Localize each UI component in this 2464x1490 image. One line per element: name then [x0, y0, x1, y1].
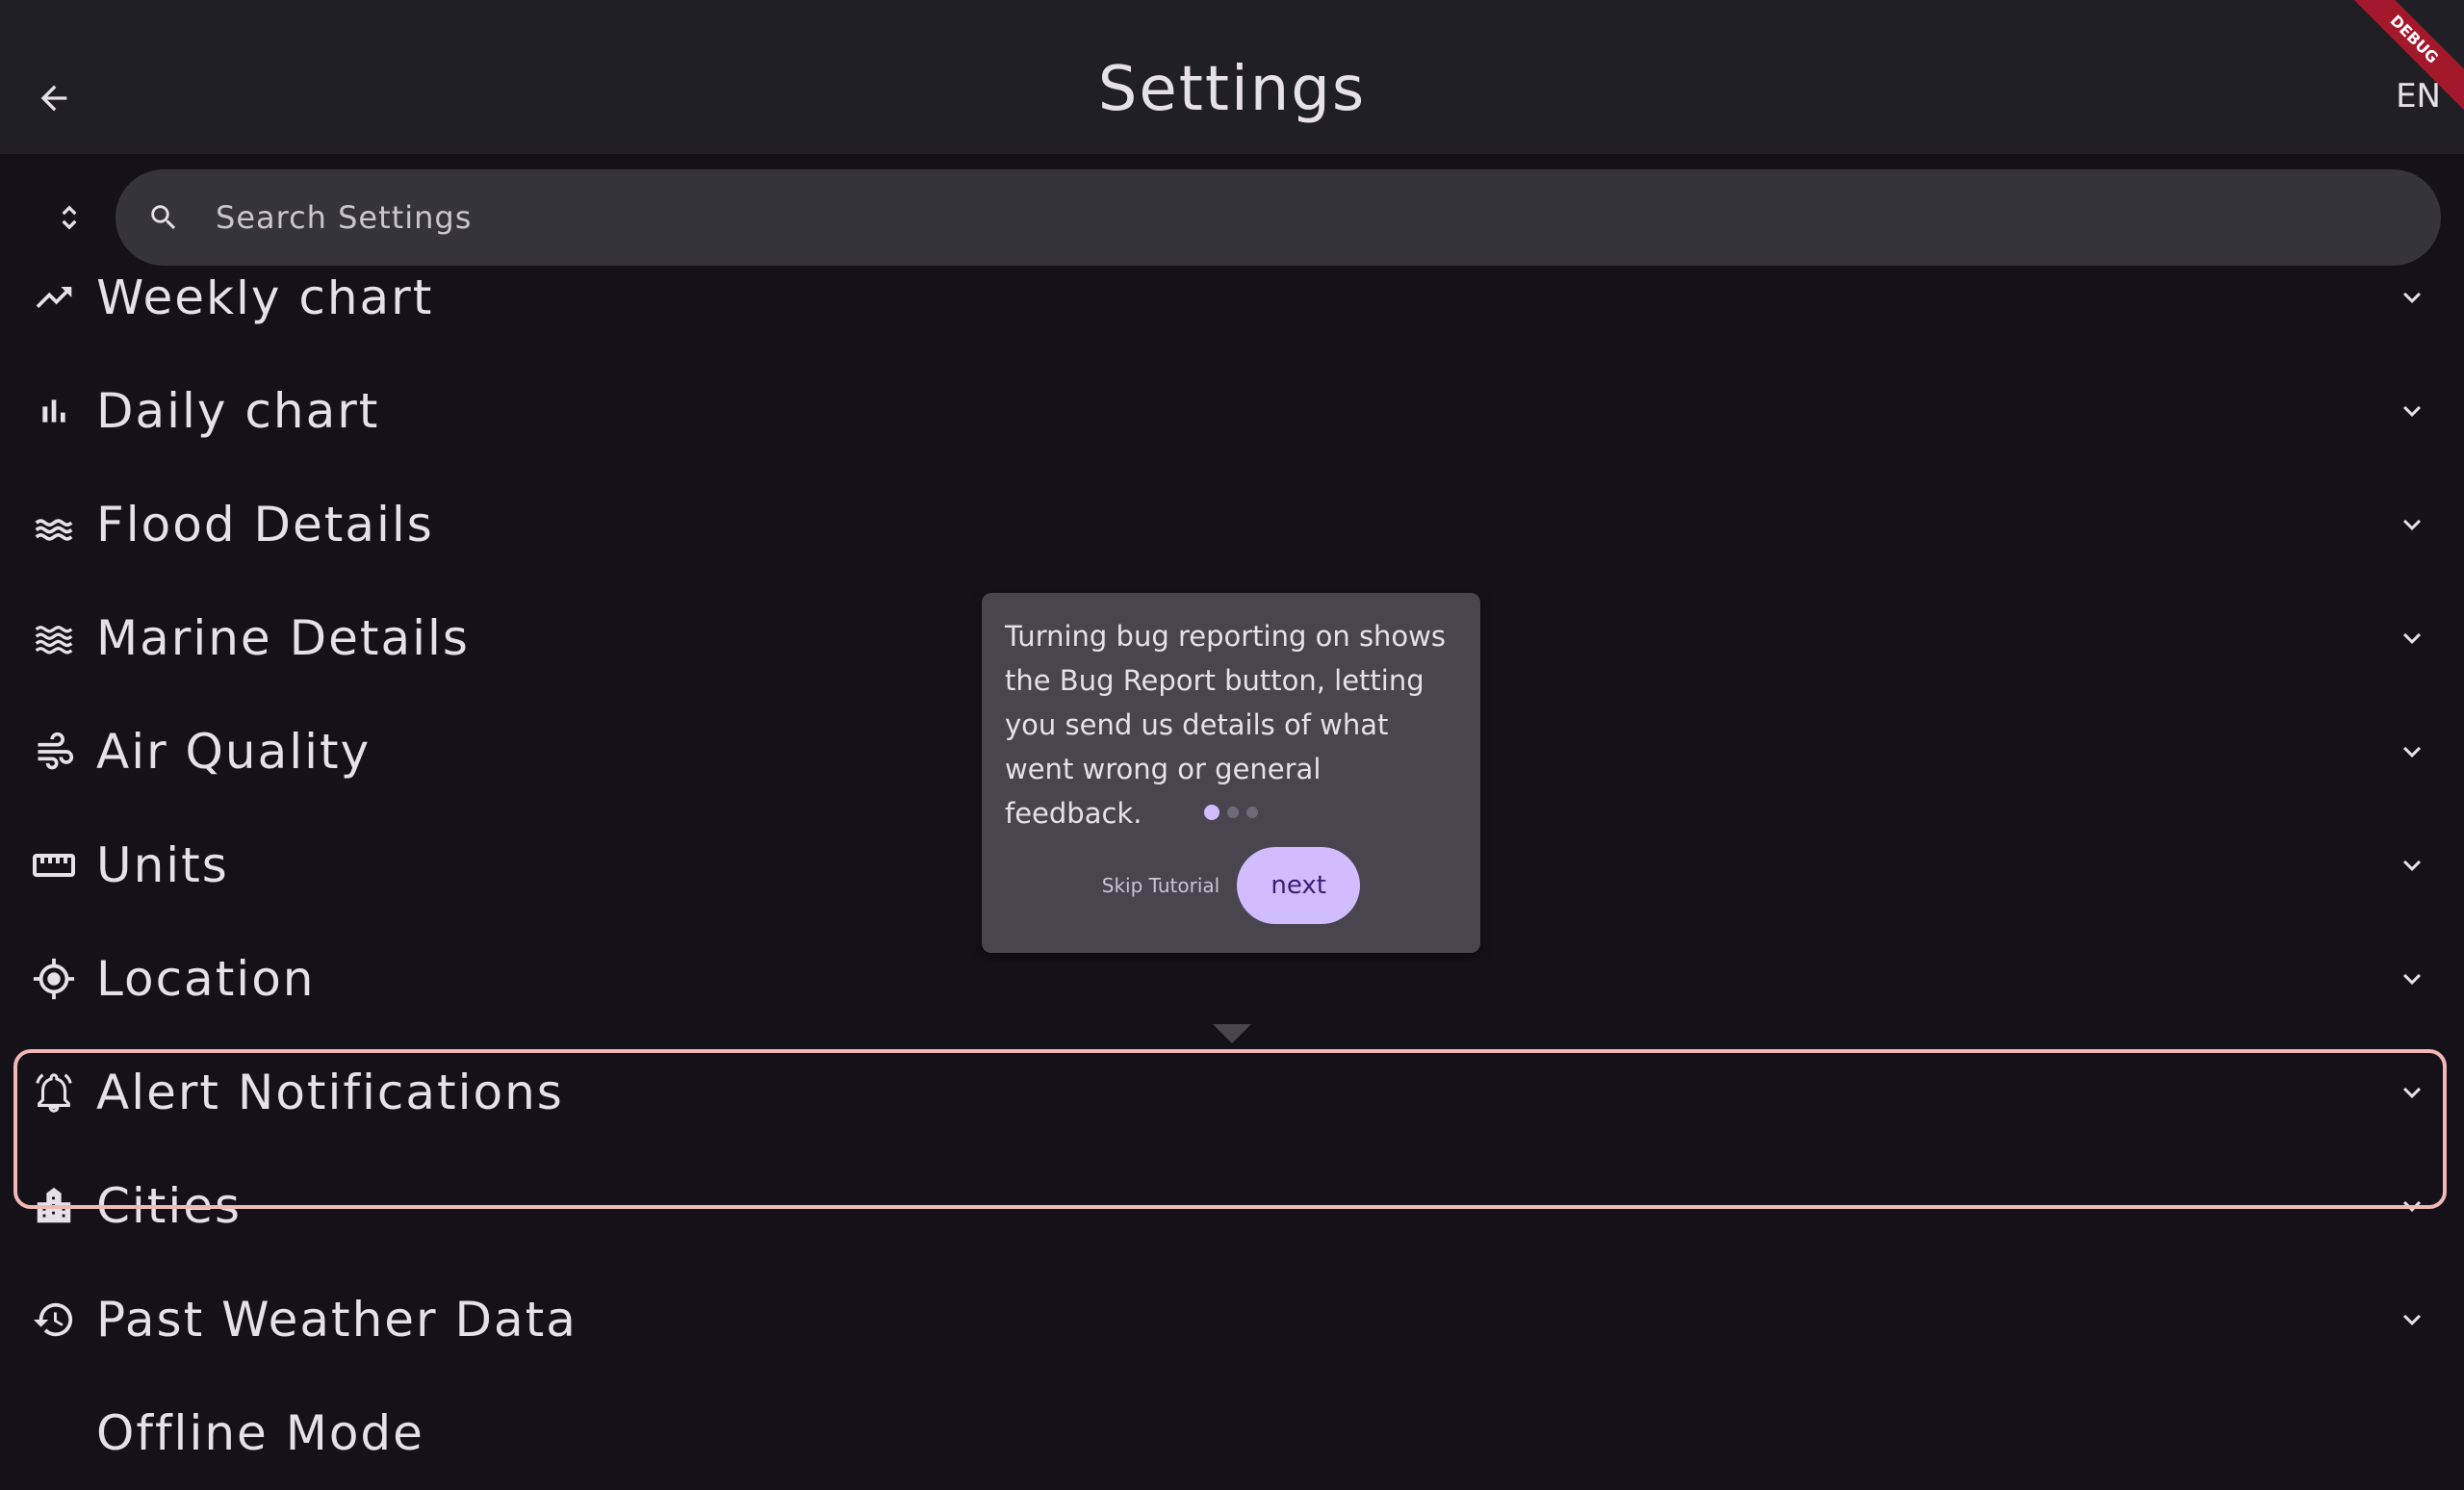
search-bar[interactable]	[116, 169, 2441, 266]
app-bar: Settings EN	[0, 0, 2464, 154]
settings-item-label: Marine Details	[96, 610, 470, 666]
marine-waves-icon	[27, 581, 81, 695]
expand-collapse-button[interactable]	[42, 187, 96, 248]
settings-item-alert-notifications[interactable]: Alert Notifications	[0, 1036, 2464, 1149]
unfold-more-icon[interactable]	[50, 194, 89, 241]
settings-item-label: Past Weather Data	[96, 1292, 578, 1348]
settings-item-past-weather-data[interactable]: Past Weather Data	[0, 1263, 2464, 1376]
bar-chart-icon	[27, 354, 81, 468]
chevron-down-icon[interactable]	[2393, 1263, 2431, 1376]
flood-waves-icon	[27, 468, 81, 581]
settings-item-label: Units	[96, 837, 229, 893]
ruler-icon	[27, 809, 81, 922]
settings-item-flood-details[interactable]: Flood Details	[0, 468, 2464, 581]
alarm-bell-icon	[27, 1036, 81, 1149]
city-building-icon	[27, 1149, 81, 1263]
chevron-down-icon[interactable]	[2393, 581, 2431, 695]
tutorial-text: Turning bug reporting on shows the Bug R…	[1005, 620, 1446, 830]
chevron-down-icon[interactable]	[2393, 1036, 2431, 1149]
tutorial-tooltip: Turning bug reporting on shows the Bug R…	[982, 593, 1480, 953]
step-dot-active	[1204, 805, 1219, 820]
settings-item-label: Cities	[96, 1178, 243, 1234]
settings-item-daily-chart[interactable]: Daily chart	[0, 354, 2464, 468]
chevron-down-icon[interactable]	[2393, 1149, 2431, 1263]
search-input[interactable]	[214, 198, 2335, 237]
settings-item-label: Offline Mode	[96, 1405, 424, 1461]
chevron-down-icon[interactable]	[2393, 354, 2431, 468]
offline-icon	[27, 1376, 81, 1490]
chevron-down-icon[interactable]	[2393, 468, 2431, 581]
language-selector[interactable]: EN	[2396, 77, 2441, 116]
gps-fixed-icon	[27, 922, 81, 1036]
step-dot	[1227, 807, 1239, 818]
next-button[interactable]: next	[1237, 847, 1361, 924]
tutorial-actions: Skip Tutorial next	[982, 847, 1480, 924]
skip-tutorial-button[interactable]: Skip Tutorial	[1102, 874, 1219, 897]
settings-item-label: Location	[96, 951, 316, 1007]
search-icon	[144, 198, 183, 237]
settings-item-label: Alert Notifications	[96, 1065, 564, 1120]
step-dot	[1246, 807, 1258, 818]
chevron-down-icon[interactable]	[2393, 695, 2431, 809]
tooltip-pointer	[1213, 1024, 1251, 1043]
search-row	[0, 154, 2464, 279]
page-title: Settings	[1097, 54, 1367, 125]
tutorial-step-indicator	[982, 805, 1480, 820]
air-wind-icon	[27, 695, 81, 809]
settings-item-label: Daily chart	[96, 383, 380, 439]
settings-item-cities[interactable]: Cities	[0, 1149, 2464, 1263]
history-icon	[27, 1263, 81, 1376]
chevron-down-icon[interactable]	[2393, 922, 2431, 1036]
settings-item-offline-mode[interactable]: Offline Mode	[0, 1376, 2464, 1490]
chevron-down-icon[interactable]	[2393, 809, 2431, 922]
settings-item-label: Flood Details	[96, 497, 434, 552]
settings-item-label: Air Quality	[96, 724, 372, 780]
